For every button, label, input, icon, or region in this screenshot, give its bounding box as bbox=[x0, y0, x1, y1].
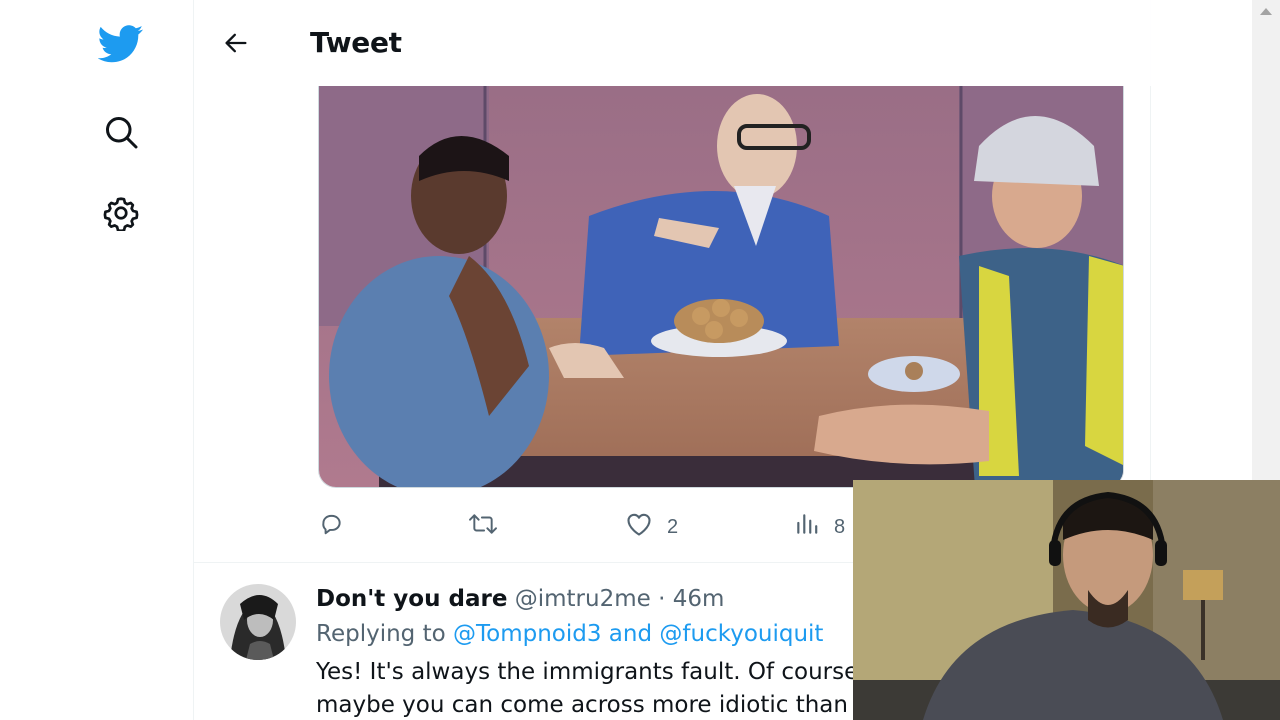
webcam-overlay bbox=[853, 480, 1280, 720]
reply-button[interactable] bbox=[318, 506, 344, 548]
reply-line: Yes! It's always the immigrants fault. O… bbox=[316, 656, 856, 689]
like-count: 2 bbox=[667, 515, 679, 538]
tweet-header: Tweet bbox=[194, 0, 1152, 86]
app-window: Tweet 2 8 Don't you dare @imtru2me · 46m… bbox=[0, 0, 1280, 720]
settings-gear-icon[interactable] bbox=[98, 190, 144, 236]
analytics-bar-icon bbox=[794, 511, 820, 543]
display-name[interactable]: Don't you dare bbox=[316, 586, 507, 612]
avatar[interactable] bbox=[220, 584, 296, 660]
mention-link[interactable]: @fuckyouiquit bbox=[659, 621, 823, 647]
views-button[interactable]: 8 bbox=[794, 506, 845, 548]
reply-line-text: Yes! It's always the immigrants fault. O… bbox=[316, 659, 856, 685]
replying-prefix: Replying to bbox=[316, 621, 446, 647]
retweet-icon bbox=[468, 511, 498, 543]
back-arrow-icon[interactable] bbox=[218, 25, 254, 61]
search-icon[interactable] bbox=[98, 109, 144, 155]
page-title: Tweet bbox=[310, 26, 402, 59]
user-handle[interactable]: @imtru2me bbox=[515, 586, 651, 612]
dot-separator: · bbox=[658, 586, 666, 612]
like-button[interactable]: 2 bbox=[625, 506, 678, 548]
reply-line: maybe you can come across more idiotic t… bbox=[316, 692, 856, 718]
replying-to: Replying to @Tompnoid3 and @fuckyouiquit bbox=[316, 621, 823, 647]
scroll-up-arrow-icon[interactable] bbox=[1260, 8, 1272, 15]
timestamp[interactable]: 46m bbox=[673, 586, 725, 612]
tweet-image[interactable] bbox=[318, 86, 1124, 488]
reply-icon bbox=[318, 511, 344, 543]
mention-joiner: and bbox=[608, 621, 653, 647]
mention-link[interactable]: @Tompnoid3 bbox=[453, 621, 602, 647]
twitter-bird-icon[interactable] bbox=[98, 21, 144, 67]
reply-body: Yes! It's always the immigrants fault. O… bbox=[316, 656, 856, 720]
left-nav bbox=[0, 0, 193, 720]
view-count: 8 bbox=[834, 515, 846, 538]
heart-icon bbox=[625, 511, 653, 543]
reply-header: Don't you dare @imtru2me · 46m bbox=[316, 586, 724, 612]
retweet-button[interactable] bbox=[468, 506, 498, 548]
